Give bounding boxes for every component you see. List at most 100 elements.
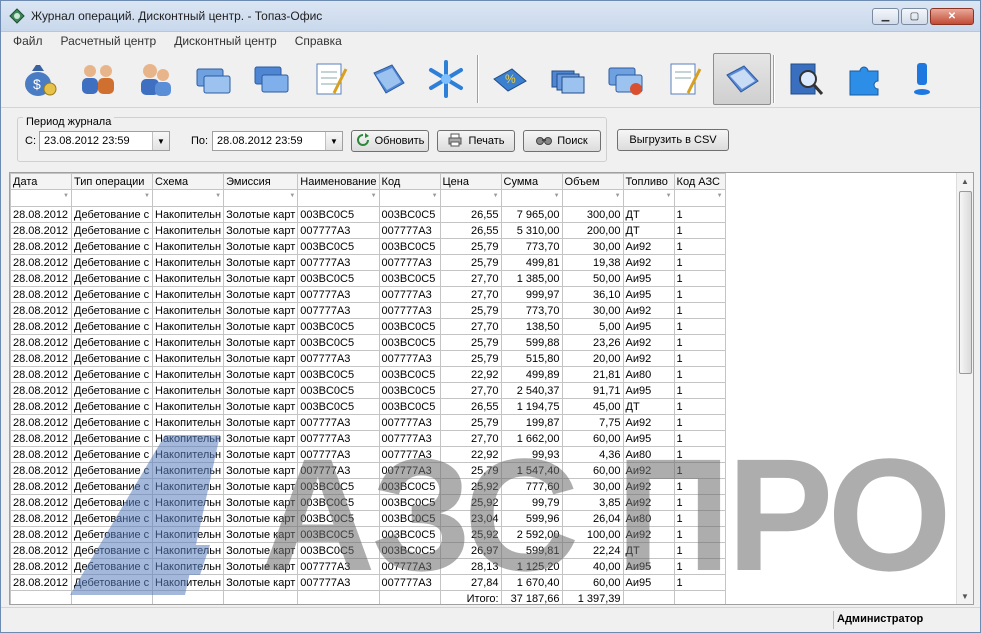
table-row[interactable]: 28.08.2012 Дебетование с Накопительн Золоты… (10, 350, 726, 367)
column-header[interactable]: Тип операции (71, 173, 153, 190)
column-header[interactable]: Топливо (622, 173, 675, 190)
toolbar-alert-button[interactable] (893, 53, 951, 105)
toolbar-user-pair-button[interactable] (127, 53, 185, 105)
table-row[interactable]: 28.08.2012 Дебетование с Накопительн Золоты… (10, 382, 726, 399)
toolbar-cards-blue-button[interactable] (243, 53, 301, 105)
maximize-button[interactable]: ▢ (901, 8, 928, 25)
toolbar-users-button[interactable] (69, 53, 127, 105)
minimize-button[interactable]: ▁ (872, 8, 899, 25)
menu-help[interactable]: Справка (293, 34, 344, 48)
table-cell: Золотые карт (223, 222, 299, 239)
table-cell: 27,84 (439, 574, 502, 591)
column-header[interactable]: Объем (561, 173, 624, 190)
export-csv-button[interactable]: Выгрузить в CSV (617, 129, 729, 151)
refresh-button[interactable]: Обновить (351, 130, 429, 152)
table-row[interactable]: 28.08.2012 Дебетование с Накопительн Золоты… (10, 446, 726, 463)
from-date-input[interactable]: 23.08.2012 23:59 ▼ (39, 131, 170, 151)
column-header[interactable]: Наименование (297, 173, 380, 190)
close-button[interactable]: ✕ (930, 8, 974, 25)
column-header[interactable]: Сумма (500, 173, 563, 190)
toolbar-notepad-button[interactable] (301, 53, 359, 105)
toolbar-journal-button[interactable] (713, 52, 771, 105)
toolbar-cards-globe-button[interactable] (597, 53, 655, 105)
menu-settlement-center[interactable]: Расчетный центр (59, 34, 159, 48)
table-row[interactable]: 28.08.2012 Дебетование с Накопительн Золоты… (10, 510, 726, 527)
table-cell: Накопительн (151, 558, 225, 575)
from-date-dropdown-icon[interactable]: ▼ (152, 132, 169, 150)
column-filter[interactable] (151, 189, 225, 207)
scroll-thumb[interactable] (959, 191, 972, 374)
table-row[interactable]: 28.08.2012 Дебетование с Накопительн Золоты… (10, 526, 726, 543)
table-row[interactable]: 28.08.2012 Дебетование с Накопительн Золоты… (10, 334, 726, 351)
toolbar-notepad-pen-button[interactable] (655, 53, 713, 105)
toolbar-book-button[interactable] (359, 53, 417, 105)
table-cell: Накопительн (151, 462, 225, 479)
toolbar-cards-button[interactable] (185, 53, 243, 105)
column-filter[interactable] (439, 189, 502, 207)
table-cell: 26,55 (439, 398, 502, 415)
toolbar-discount-button[interactable]: % (481, 53, 539, 105)
column-header[interactable]: Код АЗС (673, 173, 726, 190)
table-row[interactable]: 28.08.2012 Дебетование с Накопительн Золоты… (10, 478, 726, 495)
column-header[interactable]: Код (378, 173, 441, 190)
to-date-input[interactable]: 28.08.2012 23:59 ▼ (212, 131, 343, 151)
table-row[interactable]: 28.08.2012 Дебетование с Накопительн Золоты… (10, 318, 726, 335)
column-filter[interactable] (378, 189, 441, 207)
scroll-up-icon[interactable]: ▲ (957, 173, 973, 189)
total-volume: 1 397,39 (561, 590, 624, 604)
table-cell: Дебетование с (71, 222, 153, 239)
vertical-scrollbar[interactable]: ▲ ▼ (956, 173, 973, 604)
column-filter[interactable] (622, 189, 675, 207)
search-button[interactable]: Поиск (523, 130, 601, 152)
total-label: Итого: (439, 590, 502, 604)
table-row[interactable]: 28.08.2012 Дебетование с Накопительн Золоты… (10, 302, 726, 319)
table-row[interactable]: 28.08.2012 Дебетование с Накопительн Золоты… (10, 270, 726, 287)
table-cell: 1 (673, 510, 726, 527)
column-filter[interactable] (297, 189, 380, 207)
table-cell: 138,50 (500, 318, 563, 335)
table-row[interactable]: 28.08.2012 Дебетование с Накопительн Золоты… (10, 494, 726, 511)
print-button[interactable]: Печать (437, 130, 515, 152)
column-header[interactable]: Цена (439, 173, 502, 190)
toolbar-money-button[interactable]: $ (11, 53, 69, 105)
column-header[interactable]: Схема (151, 173, 225, 190)
table-row[interactable]: 28.08.2012 Дебетование с Накопительн Золоты… (10, 542, 726, 559)
column-filter[interactable] (10, 189, 72, 207)
table-cell: 25,92 (439, 478, 502, 495)
column-filter[interactable] (561, 189, 624, 207)
table-row[interactable]: 28.08.2012 Дебетование с Накопительн Золоты… (10, 414, 726, 431)
column-filter[interactable] (223, 189, 299, 207)
table-cell: 003BC0C5 (378, 510, 441, 527)
cards-blue-icon (252, 59, 292, 99)
column-filter[interactable] (71, 189, 153, 207)
table-row[interactable]: 28.08.2012 Дебетование с Накопительн Золоты… (10, 366, 726, 383)
table-row[interactable]: 28.08.2012 Дебетование с Накопительн Золоты… (10, 574, 726, 591)
menu-file[interactable]: Файл (11, 34, 45, 48)
column-filter[interactable] (500, 189, 563, 207)
table-row[interactable]: 28.08.2012 Дебетование с Накопительн Золоты… (10, 222, 726, 239)
toolbar-puzzle-button[interactable] (835, 53, 893, 105)
table-cell: 28.08.2012 (10, 510, 72, 527)
table-row[interactable]: 28.08.2012 Дебетование с Накопительн Золоты… (10, 254, 726, 271)
table-row[interactable]: 28.08.2012 Дебетование с Накопительн Золоты… (10, 206, 726, 223)
table-row[interactable]: 28.08.2012 Дебетование с Накопительн Золоты… (10, 398, 726, 415)
toolbar-search-book-button[interactable] (777, 53, 835, 105)
table-row[interactable]: 28.08.2012 Дебетование с Накопительн Золоты… (10, 238, 726, 255)
table-cell: Дебетование с (71, 302, 153, 319)
toolbar-snowflake-button[interactable] (417, 53, 475, 105)
column-header[interactable]: Эмиссия (223, 173, 299, 190)
table-row[interactable]: 28.08.2012 Дебетование с Накопительн Золоты… (10, 286, 726, 303)
column-filter[interactable] (673, 189, 726, 207)
table-row[interactable]: 28.08.2012 Дебетование с Накопительн Золоты… (10, 430, 726, 447)
operations-grid[interactable]: Дата Тип операции Схема Эмиссия Наименование… (9, 172, 974, 605)
table-cell: 28.08.2012 (10, 494, 72, 511)
table-cell: 003BC0C5 (378, 366, 441, 383)
scroll-down-icon[interactable]: ▼ (957, 588, 973, 604)
table-row[interactable]: 28.08.2012 Дебетование с Накопительн Золоты… (10, 558, 726, 575)
toolbar-card-stack-button[interactable] (539, 53, 597, 105)
table-row[interactable]: 28.08.2012 Дебетование с Накопительн Золоты… (10, 462, 726, 479)
table-cell: 199,87 (500, 414, 563, 431)
menu-discount-center[interactable]: Дисконтный центр (172, 34, 279, 48)
to-date-dropdown-icon[interactable]: ▼ (325, 132, 342, 150)
column-header[interactable]: Дата (10, 173, 72, 190)
